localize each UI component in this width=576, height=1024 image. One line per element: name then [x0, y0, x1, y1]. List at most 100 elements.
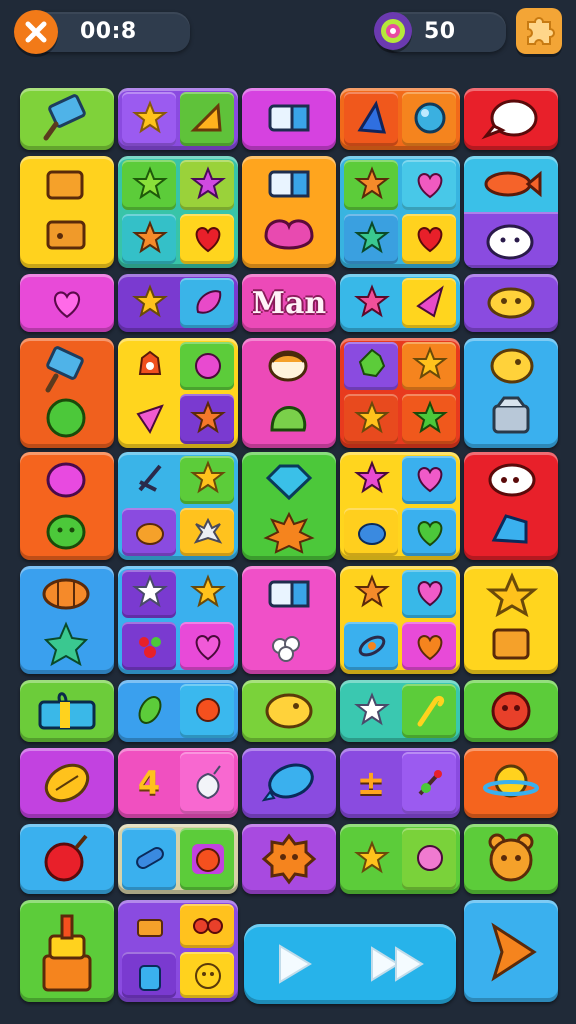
tile-r3-c5[interactable]: [464, 274, 558, 332]
tile-r9-c1[interactable]: [20, 824, 114, 894]
tile-r9-c4[interactable]: [340, 824, 460, 894]
leaf-star-icon: [358, 348, 386, 378]
blob-icon: [136, 523, 164, 545]
tile-r6-c4[interactable]: [340, 566, 460, 674]
tile-r1-c3[interactable]: [242, 88, 336, 150]
star-icon: [132, 284, 168, 318]
tile-r9-c3[interactable]: [242, 824, 336, 894]
leaf-icon: [138, 696, 162, 724]
heart-icon: [417, 634, 443, 661]
smiley-icon: [195, 963, 221, 989]
lemon-icon: [44, 763, 90, 803]
tile-r6-c5[interactable]: [464, 566, 558, 674]
word-tile-label: Man: [251, 285, 327, 321]
star-icon: [354, 166, 390, 200]
cheese-icon: [190, 102, 222, 132]
tile-r2-c1[interactable]: [20, 156, 114, 268]
tile-r5-c5[interactable]: [464, 452, 558, 560]
star-icon: [190, 400, 226, 434]
box-icon: [268, 580, 310, 662]
tile-r5-c2[interactable]: [118, 452, 238, 560]
tile-r7-c1[interactable]: [20, 680, 114, 742]
fast-forward-icon: [371, 946, 424, 982]
tile-r2-c3[interactable]: [242, 156, 336, 268]
orbit-icon: [358, 635, 386, 657]
tile-r5-c4[interactable]: [340, 452, 460, 560]
tile-r7-c5[interactable]: [464, 680, 558, 742]
star-icon: [354, 400, 390, 434]
tile-r5-c1[interactable]: [20, 452, 114, 560]
tile-r2-c2[interactable]: [118, 156, 238, 268]
star-icon: [412, 346, 448, 380]
gift-box-icon: [38, 692, 96, 730]
heart-icon: [417, 520, 443, 547]
bread-icon: [487, 287, 535, 319]
star-icon: [132, 166, 168, 200]
heart-icon: [195, 634, 221, 661]
game-board: Man 4 ±: [0, 0, 576, 1024]
tile-r4-c5[interactable]: [464, 338, 558, 448]
star-icon: [354, 284, 390, 318]
tile-r10-c2[interactable]: [118, 900, 238, 1002]
pill-icon: [136, 847, 164, 869]
tile-r7-c2[interactable]: [118, 680, 238, 742]
fish-icon: [484, 170, 542, 260]
jar-icon: [139, 965, 161, 991]
number-tile[interactable]: 4: [118, 748, 238, 818]
star-icon: [354, 692, 390, 726]
drop-icon: [196, 290, 222, 314]
glasses-icon: [193, 918, 223, 934]
box-icon: [264, 170, 314, 250]
word-tile[interactable]: Man: [242, 274, 336, 332]
tile-r3-c4[interactable]: [340, 274, 460, 332]
star-icon: [354, 574, 390, 608]
berries-icon: [139, 637, 161, 658]
tile-r6-c3[interactable]: [242, 566, 336, 674]
cross-icon: [193, 517, 223, 544]
planet-icon: [483, 764, 539, 798]
star-icon: [485, 572, 539, 660]
tile-r7-c3[interactable]: [242, 680, 336, 742]
tile-r5-c3[interactable]: [242, 452, 336, 560]
gem-icon: [263, 464, 315, 554]
tile-r3-c1[interactable]: [20, 274, 114, 332]
tile-r8-c3[interactable]: [242, 748, 336, 818]
tile-r4-c1[interactable]: [20, 338, 114, 448]
tomato-icon: [192, 844, 224, 874]
orange-icon: [196, 698, 220, 722]
food-block-icon: [46, 170, 86, 250]
tile-r9-c5[interactable]: [464, 824, 558, 894]
heart-icon: [417, 226, 443, 253]
tile-r8-c1[interactable]: [20, 748, 114, 818]
cookie-icon: [268, 350, 308, 432]
blob-icon: [358, 523, 386, 545]
tile-r1-c2[interactable]: [118, 88, 238, 150]
tile-r1-c4[interactable]: [340, 88, 460, 150]
play-bar[interactable]: [244, 924, 456, 1004]
tile-r9-c2[interactable]: [118, 824, 238, 894]
tile-r2-c4[interactable]: [340, 156, 460, 268]
tile-r4-c3[interactable]: [242, 338, 336, 448]
cake-icon: [42, 914, 92, 992]
heart-icon: [195, 226, 221, 253]
symbol-tile-label: ±: [356, 763, 386, 803]
tile-r6-c2[interactable]: [118, 566, 238, 674]
tile-r6-c1[interactable]: [20, 566, 114, 674]
tile-r7-c4[interactable]: [340, 680, 460, 742]
symbol-tile[interactable]: ±: [340, 748, 460, 818]
tile-r2-c5[interactable]: [464, 156, 558, 268]
speech-bubble-icon: [481, 99, 538, 140]
tile-r10-c1[interactable]: [20, 900, 114, 1002]
tile-r1-c5[interactable]: [464, 88, 558, 150]
triangle-gem-icon: [357, 100, 387, 134]
tile-r4-c4[interactable]: [340, 338, 460, 448]
tile-r1-c1[interactable]: [20, 88, 114, 150]
play-icon: [279, 944, 312, 984]
tile-r3-c2[interactable]: [118, 274, 238, 332]
star-icon: [190, 460, 226, 494]
tile-r4-c2[interactable]: [118, 338, 238, 448]
star-icon: [132, 220, 168, 254]
heart-icon: [417, 172, 443, 199]
tile-r8-c5[interactable]: [464, 748, 558, 818]
next-button[interactable]: [464, 900, 558, 1002]
